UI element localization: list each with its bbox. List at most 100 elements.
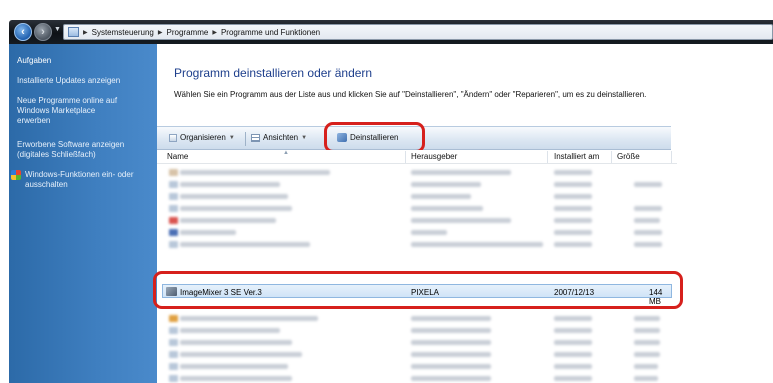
selected-row-highlight [153,271,683,309]
app-icon [169,169,178,176]
breadcrumb-programme-und-funktionen[interactable]: Programme und Funktionen [221,28,320,37]
blurred-text [554,316,592,321]
blurred-text [634,364,658,369]
blurred-text [554,352,592,357]
blurred-text [634,182,662,187]
blurred-text [634,316,660,321]
task-windows-features-line2[interactable]: ausschalten [17,180,134,190]
column-divider [671,151,672,163]
organize-label: Organisieren [180,133,226,142]
page-title: Programm deinstallieren oder ändern [174,66,373,80]
column-publisher[interactable]: Herausgeber [411,152,457,161]
views-icon [251,133,260,142]
task-marketplace-line3[interactable]: erwerben [17,116,50,126]
blurred-text [411,352,491,357]
app-icon [169,205,178,212]
blurred-text [180,376,292,381]
table-row[interactable] [162,374,670,383]
blurred-text [411,230,447,235]
blurred-text [180,364,288,369]
task-purchased-software-line2[interactable]: (digitales Schließfach) [17,150,96,160]
app-icon [169,375,178,382]
task-windows-features-line1[interactable]: Windows-Funktionen ein- oder [17,170,134,180]
table-row[interactable] [162,350,670,359]
address-bar: ‹ › ▼ ▶ Systemsteuerung ▶ Programme ▶ Pr… [9,20,773,44]
chevron-down-icon: ▼ [301,134,308,141]
control-panel-icon [68,27,79,37]
blurred-text [634,230,662,235]
column-name[interactable]: Name [167,152,188,161]
task-marketplace-line1[interactable]: Neue Programme online auf [17,96,117,106]
column-divider [405,151,406,163]
blurred-text [554,230,592,235]
forward-arrow-icon[interactable]: › [34,23,52,41]
blurred-text [180,206,292,211]
chevron-right-icon[interactable]: ▶ [158,29,163,36]
blurred-text [411,364,491,369]
app-icon [169,351,178,358]
blurred-text [634,242,662,247]
blurred-text [411,316,491,321]
table-row[interactable] [162,228,670,237]
blurred-text [554,364,592,369]
blurred-text [554,206,592,211]
blurred-text [554,340,592,345]
column-divider [611,151,612,163]
table-row[interactable] [162,180,670,189]
blurred-text [411,218,511,223]
blurred-text [554,170,592,175]
column-installed[interactable]: Installiert am [554,152,599,161]
blurred-text [634,206,662,211]
uninstall-highlight [324,122,425,153]
table-row[interactable] [162,338,670,347]
blurred-text [411,328,491,333]
app-icon [169,363,178,370]
table-row[interactable] [162,314,670,323]
app-icon [169,193,178,200]
blurred-text [180,170,330,175]
blurred-text [180,194,288,199]
task-purchased-software-line1[interactable]: Erworbene Software anzeigen [17,140,124,150]
breadcrumb[interactable]: ▶ Systemsteuerung ▶ Programme ▶ Programm… [63,24,773,40]
blurred-text [411,242,543,247]
app-icon [169,339,178,346]
table-row[interactable] [162,362,670,371]
chevron-right-icon[interactable]: ▶ [212,29,217,36]
tasks-panel: Aufgaben Installierte Updates anzeigen N… [9,44,157,383]
blurred-text [554,194,592,199]
breadcrumb-programme[interactable]: Programme [167,28,209,37]
app-icon [169,229,178,236]
blurred-text [634,340,660,345]
back-arrow-icon[interactable]: ‹ [14,23,32,41]
blurred-text [634,352,660,357]
table-header: ▲ Name Herausgeber Installiert am Größe [157,150,677,164]
blurred-text [554,182,592,187]
task-marketplace-line2[interactable]: Windows Marketplace [17,106,95,116]
recent-pages-dropdown-icon[interactable]: ▼ [54,26,61,33]
table-row[interactable] [162,192,670,201]
blurred-text [180,182,280,187]
table-row[interactable] [162,216,670,225]
blurred-text [411,182,481,187]
tasks-heading: Aufgaben [17,56,52,65]
task-windows-features[interactable]: Windows-Funktionen ein- oder ausschalten [11,170,134,190]
views-button[interactable]: Ansichten ▼ [251,133,307,142]
blurred-text [634,376,658,381]
blurred-text [554,218,592,223]
chevron-down-icon: ▼ [228,134,235,141]
table-row[interactable] [162,168,670,177]
organize-button[interactable]: Organisieren ▼ [169,133,235,142]
breadcrumb-systemsteuerung[interactable]: Systemsteuerung [92,28,154,37]
blurred-text [554,376,592,381]
blurred-text [180,328,280,333]
table-row[interactable] [162,204,670,213]
blurred-text [411,170,511,175]
task-installed-updates[interactable]: Installierte Updates anzeigen [17,76,120,86]
column-size[interactable]: Größe [617,152,640,161]
chevron-right-icon[interactable]: ▶ [83,29,88,36]
blurred-text [180,230,236,235]
table-row[interactable] [162,240,670,249]
sort-indicator-icon: ▲ [283,150,289,156]
blurred-text [411,376,491,381]
table-row[interactable] [162,326,670,335]
